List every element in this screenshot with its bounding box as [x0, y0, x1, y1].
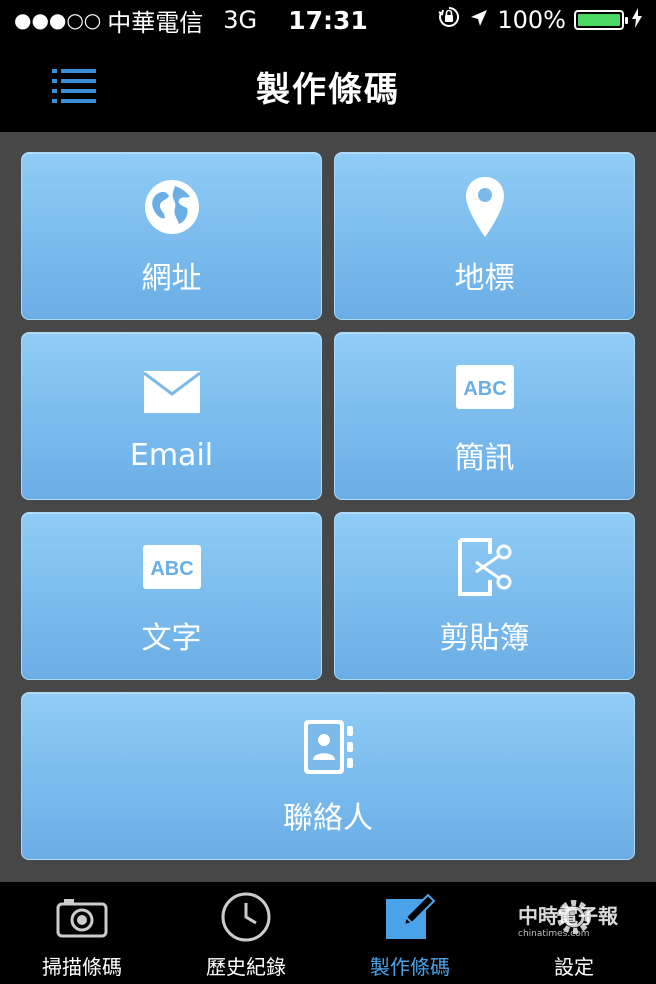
network-type: 3G — [223, 6, 258, 34]
svg-text:ABC: ABC — [463, 378, 506, 400]
tab-history[interactable]: 歷史紀錄 — [164, 882, 328, 984]
tile-sms[interactable]: ABC 簡訊 — [334, 332, 635, 500]
tab-create-barcode[interactable]: 製作條碼 — [328, 882, 492, 984]
tile-url[interactable]: 網址 — [21, 152, 322, 320]
page-title: 製作條碼 — [256, 69, 400, 110]
envelope-icon — [140, 360, 204, 424]
navigation-bar: 製作條碼 — [0, 40, 656, 132]
location-arrow-icon — [469, 6, 489, 34]
camera-icon — [52, 887, 112, 947]
tile-label: 地標 — [454, 261, 515, 296]
app-screen: ●●●○○ 中華電信 3G 17:31 100% 製作條碼 網址 地標 Emai… — [0, 0, 656, 984]
tile-label: 文字 — [141, 621, 202, 656]
gear-icon — [544, 887, 604, 947]
tab-label: 歷史紀錄 — [206, 955, 286, 979]
tile-label: 網址 — [141, 261, 202, 296]
globe-icon — [140, 175, 204, 239]
orientation-lock-icon — [437, 5, 461, 35]
tile-clipboard[interactable]: 剪貼簿 — [334, 512, 635, 680]
tile-label: 剪貼簿 — [439, 621, 530, 656]
tile-label: Email — [129, 437, 214, 473]
barcode-type-grid: 網址 地標 Email ABC 簡訊 ABC 文字 剪貼簿 聯絡人 — [0, 132, 656, 882]
tile-landmark[interactable]: 地標 — [334, 152, 635, 320]
svg-text:ABC: ABC — [150, 558, 193, 580]
carrier-name: 中華電信 — [107, 8, 204, 37]
battery-percent: 100% — [497, 6, 566, 34]
tab-label: 設定 — [554, 955, 594, 979]
tile-contact[interactable]: 聯絡人 — [21, 692, 635, 860]
menu-icon — [52, 69, 96, 103]
tile-label: 簡訊 — [454, 441, 515, 476]
scissors-icon — [453, 535, 517, 599]
abc-icon: ABC — [453, 355, 517, 419]
tile-label: 聯絡人 — [283, 801, 373, 836]
battery-icon — [574, 10, 628, 30]
tab-bar: 掃描條碼 歷史紀錄 製作條碼 設定 — [0, 882, 656, 984]
abc-icon: ABC — [140, 535, 204, 599]
address-book-icon — [296, 715, 360, 779]
charging-icon — [632, 6, 642, 34]
status-left: ●●●○○ 中華電信 3G — [14, 3, 257, 38]
menu-button[interactable] — [52, 68, 96, 104]
tab-scan-barcode[interactable]: 掃描條碼 — [0, 882, 164, 984]
battery-level — [578, 14, 620, 26]
tile-text[interactable]: ABC 文字 — [21, 512, 322, 680]
clock-icon — [216, 887, 276, 947]
tile-email[interactable]: Email — [21, 332, 322, 500]
signal-strength: ●●●○○ — [14, 8, 102, 32]
edit-icon — [380, 887, 440, 947]
tab-settings[interactable]: 設定 — [492, 882, 656, 984]
tab-label: 掃描條碼 — [42, 955, 122, 979]
tab-label: 製作條碼 — [370, 955, 450, 979]
status-right: 100% — [437, 5, 642, 35]
status-bar: ●●●○○ 中華電信 3G 17:31 100% — [0, 0, 656, 40]
map-pin-icon — [453, 175, 517, 239]
